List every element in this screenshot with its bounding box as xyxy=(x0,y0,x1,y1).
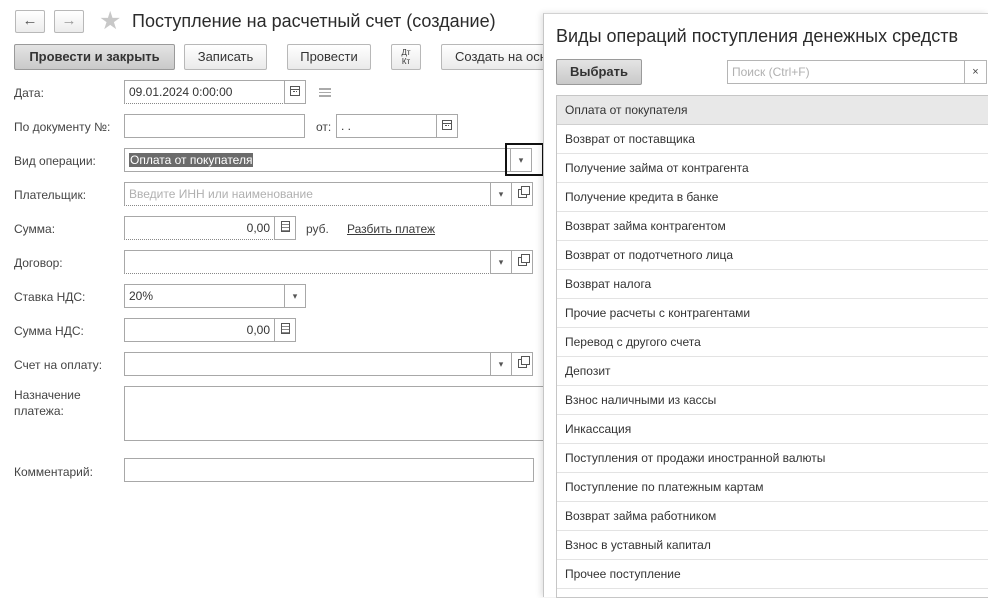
list-item[interactable]: Возврат от поставщика xyxy=(557,125,988,154)
operation-types-list: Оплата от покупателя Возврат от поставщик… xyxy=(556,95,988,598)
operation-label: Вид операции: xyxy=(14,154,96,168)
list-item[interactable]: Взнос наличными из кассы xyxy=(557,386,988,415)
doc-number-input[interactable] xyxy=(124,114,305,138)
contract-dropdown-button[interactable]: ▾ xyxy=(490,250,512,274)
open-icon xyxy=(517,254,530,266)
clear-search-button[interactable]: × xyxy=(964,60,987,84)
search-input[interactable]: Поиск (Ctrl+F) xyxy=(727,60,965,84)
split-payment-link[interactable]: Разбить платеж xyxy=(347,222,435,236)
currency-label: руб. xyxy=(306,222,329,236)
create-based-on-button[interactable]: Создать на основании xyxy=(441,44,551,70)
list-item[interactable]: Инкассация xyxy=(557,415,988,444)
list-item[interactable]: Депозит xyxy=(557,357,988,386)
calendar-button[interactable] xyxy=(284,80,306,104)
payer-input[interactable]: Введите ИНН или наименование xyxy=(124,182,491,206)
chevron-down-icon: ▾ xyxy=(498,359,504,369)
back-button[interactable]: ← xyxy=(15,10,45,33)
payer-dropdown-button[interactable]: ▾ xyxy=(490,182,512,206)
operation-select[interactable]: Оплата от покупателя xyxy=(124,148,511,172)
forward-button[interactable]: → xyxy=(54,10,84,33)
list-item[interactable]: Возврат займа работником xyxy=(557,502,988,531)
vat-amount-input[interactable]: 0,00 xyxy=(124,318,275,342)
vat-rate-label: Ставка НДС: xyxy=(14,290,86,304)
contract-input[interactable] xyxy=(124,250,491,274)
amount-input[interactable]: 0,00 xyxy=(124,216,275,240)
date-label: Дата: xyxy=(14,86,44,100)
list-item[interactable]: Прочее поступление xyxy=(557,560,988,589)
contract-label: Договор: xyxy=(14,256,63,270)
history-icon[interactable] xyxy=(319,88,331,97)
calculator-icon xyxy=(280,221,290,232)
invoice-open-button[interactable] xyxy=(511,352,533,376)
select-button[interactable]: Выбрать xyxy=(556,59,642,85)
list-item[interactable]: Поступление по платежным картам xyxy=(557,473,988,502)
open-icon xyxy=(517,356,530,368)
payer-label: Плательщик: xyxy=(14,188,87,202)
page-title: Поступление на расчетный счет (создание) xyxy=(132,11,496,31)
list-item[interactable]: Возврат от подотчетного лица xyxy=(557,241,988,270)
open-icon xyxy=(517,186,530,198)
focus-highlight xyxy=(505,143,544,176)
amount-label: Сумма: xyxy=(14,222,56,236)
list-item[interactable]: Возврат займа контрагентом xyxy=(557,212,988,241)
list-item[interactable]: Возврат налога xyxy=(557,270,988,299)
doc-date-input[interactable]: . . xyxy=(336,114,437,138)
vat-rate-dropdown-button[interactable]: ▾ xyxy=(284,284,306,308)
list-item[interactable]: Получение кредита в банке xyxy=(557,183,988,212)
list-item[interactable]: Перевод с другого счета xyxy=(557,328,988,357)
payer-open-button[interactable] xyxy=(511,182,533,206)
purpose-textarea[interactable] xyxy=(124,386,544,441)
list-item[interactable]: Взнос в уставный капитал xyxy=(557,531,988,560)
calendar-icon xyxy=(290,86,300,96)
operation-types-panel: Виды операций поступления денежных средс… xyxy=(543,13,988,598)
dt-kt-button[interactable]: Дт Кт xyxy=(391,44,421,70)
comment-input[interactable] xyxy=(124,458,534,482)
post-and-close-button[interactable]: Провести и закрыть xyxy=(14,44,175,70)
contract-open-button[interactable] xyxy=(511,250,533,274)
vat-calculator-button[interactable] xyxy=(274,318,296,342)
chevron-down-icon: ▾ xyxy=(498,189,504,199)
chevron-down-icon: ▾ xyxy=(292,291,298,301)
purpose-label-line2: платежа: xyxy=(14,404,64,418)
list-item[interactable]: Оплата от покупателя xyxy=(557,96,988,125)
doc-date-from-label: от: xyxy=(316,120,332,134)
invoice-label: Счет на оплату: xyxy=(14,358,103,372)
save-button[interactable]: Записать xyxy=(184,44,267,70)
doc-calendar-button[interactable] xyxy=(436,114,458,138)
vat-amount-label: Сумма НДС: xyxy=(14,324,84,338)
calendar-icon xyxy=(442,120,452,130)
purpose-label-line1: Назначение xyxy=(14,388,81,402)
favorite-star-icon[interactable]: ★ xyxy=(99,7,121,35)
list-item[interactable]: Получение займа от контрагента xyxy=(557,154,988,183)
doc-number-label: По документу №: xyxy=(14,120,111,134)
operation-value: Оплата от покупателя xyxy=(129,153,254,167)
invoice-dropdown-button[interactable]: ▾ xyxy=(490,352,512,376)
chevron-down-icon: ▾ xyxy=(498,257,504,267)
post-button[interactable]: Провести xyxy=(287,44,371,70)
amount-calculator-button[interactable] xyxy=(274,216,296,240)
list-item[interactable]: Поступления от продажи иностранной валют… xyxy=(557,444,988,473)
calculator-icon xyxy=(280,323,290,334)
panel-title: Виды операций поступления денежных средс… xyxy=(556,26,959,46)
comment-label: Комментарий: xyxy=(14,465,93,479)
list-item[interactable]: Прочие расчеты с контрагентами xyxy=(557,299,988,328)
invoice-input[interactable] xyxy=(124,352,491,376)
date-input[interactable]: 09.01.2024 0:00:00 xyxy=(124,80,285,104)
vat-rate-select[interactable]: 20% xyxy=(124,284,285,308)
document-form: ← → ★ Поступление на расчетный счет (соз… xyxy=(0,0,551,597)
